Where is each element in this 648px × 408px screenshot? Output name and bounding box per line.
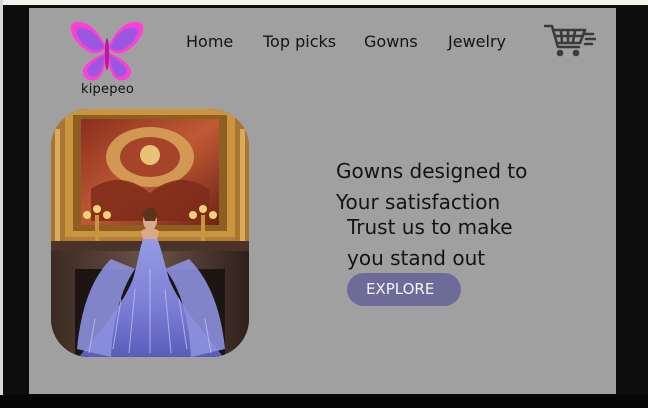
- hero-headline: Gowns designed to Your satisfaction: [336, 156, 527, 218]
- brand-name: kipepeo: [81, 82, 134, 97]
- explore-button[interactable]: EXPLORE: [347, 273, 461, 306]
- cart-button[interactable]: [543, 22, 597, 58]
- gown-photo: [51, 109, 249, 357]
- nav-top-picks[interactable]: Top picks: [263, 32, 336, 51]
- top-edge: [0, 0, 648, 5]
- left-edge: [0, 0, 3, 408]
- shopping-cart-icon: [543, 24, 597, 57]
- nav-gowns[interactable]: Gowns: [364, 32, 418, 51]
- landing-page: kipepeo Home Top picks Gowns Jewelry Gow…: [29, 8, 616, 394]
- subline-line-2: you stand out: [347, 246, 486, 270]
- subline-line-1: Trust us to make: [347, 215, 513, 239]
- nav-home[interactable]: Home: [186, 32, 233, 51]
- headline-line-1: Gowns designed to: [336, 159, 528, 183]
- hero-subline: Trust us to make you stand out: [347, 212, 513, 274]
- hero-image: [51, 109, 249, 357]
- nav-jewelry[interactable]: Jewelry: [448, 32, 506, 51]
- bottom-edge: [0, 395, 648, 408]
- brand-logo[interactable]: kipepeo: [69, 18, 145, 98]
- butterfly-icon: [70, 21, 144, 81]
